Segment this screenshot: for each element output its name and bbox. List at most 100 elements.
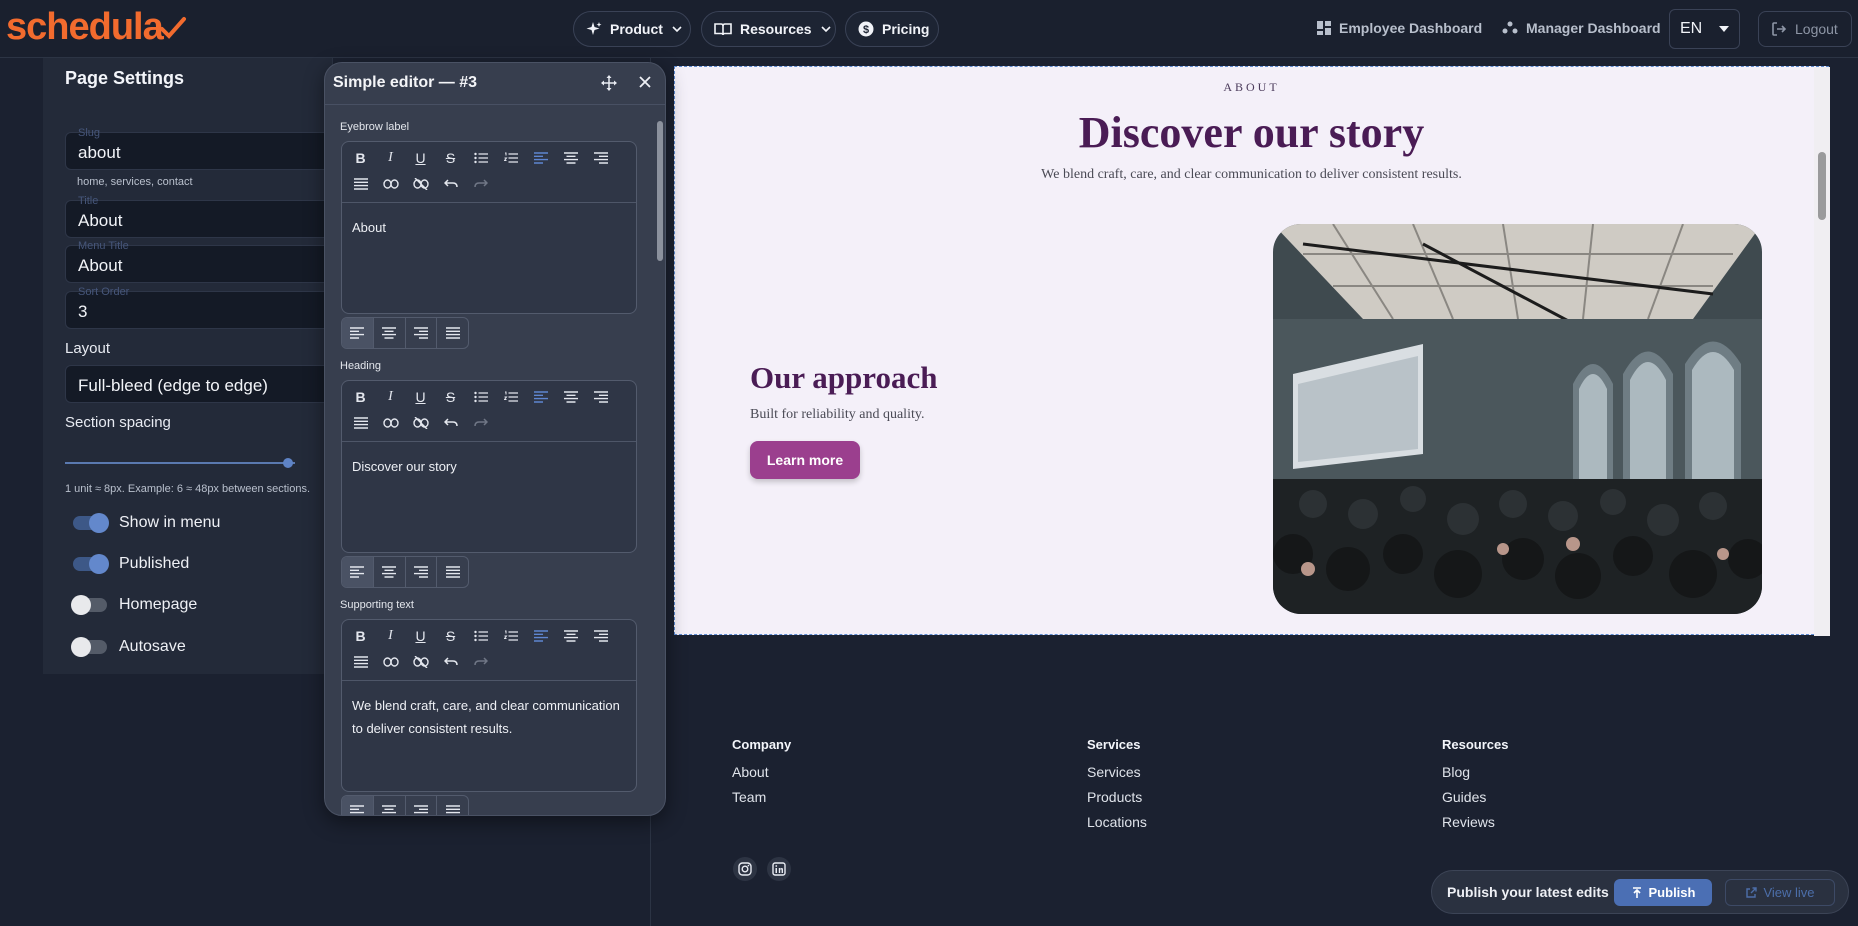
align-left-icon[interactable] [342, 318, 374, 348]
linkedin-icon[interactable] [767, 857, 791, 881]
undo-icon[interactable] [438, 412, 463, 434]
view-live-button[interactable]: View live [1725, 879, 1835, 906]
toggle-autosave[interactable]: Autosave [71, 637, 186, 657]
close-icon[interactable] [638, 75, 652, 89]
justify-icon[interactable] [348, 412, 373, 434]
bold-icon[interactable]: B [348, 625, 373, 647]
align-right-icon[interactable] [406, 318, 438, 348]
justify-icon[interactable] [348, 173, 373, 195]
align-center-icon[interactable] [374, 557, 406, 587]
align-right-icon[interactable] [406, 796, 438, 815]
align-center-icon[interactable] [374, 318, 406, 348]
footer-link-about[interactable]: About [732, 764, 791, 780]
align-right-icon[interactable] [588, 386, 613, 408]
instagram-icon[interactable] [733, 857, 757, 881]
align-left-icon[interactable] [528, 147, 553, 169]
footer-link-guides[interactable]: Guides [1442, 789, 1508, 805]
redo-icon[interactable] [468, 412, 493, 434]
align-center-icon[interactable] [558, 625, 583, 647]
unlink-icon[interactable] [408, 173, 433, 195]
brand-logo[interactable]: schedula [6, 6, 187, 49]
toggle-switch[interactable] [71, 637, 107, 657]
simple-editor-dialog[interactable]: Simple editor — #3 Eyebrow label B I U S [324, 62, 666, 816]
strikethrough-icon[interactable]: S [438, 147, 463, 169]
supporting-text-content[interactable]: We blend craft, care, and clear communic… [352, 694, 632, 740]
move-icon[interactable] [601, 75, 617, 91]
footer-link-team[interactable]: Team [732, 789, 791, 805]
page-preview[interactable]: ABOUT Discover our story We blend craft,… [674, 66, 1830, 636]
toggle-switch[interactable] [73, 554, 109, 574]
align-right-icon[interactable] [588, 625, 613, 647]
supporting-rich-text-editor[interactable]: B I U S We blend craft, care, and clear … [341, 619, 637, 792]
heading-rich-text-editor[interactable]: B I U S Discover our story [341, 380, 637, 553]
preview-scrollbar[interactable] [1814, 67, 1830, 636]
align-center-icon[interactable] [558, 386, 583, 408]
editor-scroll-thumb[interactable] [657, 121, 663, 261]
eyebrow-rich-text-editor[interactable]: B I U S About [341, 141, 637, 314]
justify-icon[interactable] [437, 318, 468, 348]
underline-icon[interactable]: U [408, 625, 433, 647]
preview-subtitle[interactable]: We blend craft, care, and clear communic… [675, 167, 1828, 183]
numbered-list-icon[interactable] [498, 625, 523, 647]
footer-link-reviews[interactable]: Reviews [1442, 814, 1508, 830]
toggle-homepage[interactable]: Homepage [71, 595, 197, 615]
bullet-list-icon[interactable] [468, 625, 493, 647]
justify-icon[interactable] [437, 557, 468, 587]
strikethrough-icon[interactable]: S [438, 625, 463, 647]
nav-resources-button[interactable]: Resources [701, 11, 836, 47]
footer-link-blog[interactable]: Blog [1442, 764, 1508, 780]
link-icon[interactable] [378, 173, 403, 195]
align-center-icon[interactable] [558, 147, 583, 169]
footer-link-products[interactable]: Products [1087, 789, 1147, 805]
bold-icon[interactable]: B [348, 386, 373, 408]
heading-text-content[interactable]: Discover our story [352, 455, 632, 478]
footer-link-locations[interactable]: Locations [1087, 814, 1147, 830]
toggle-show-in-menu[interactable]: Show in menu [73, 513, 220, 533]
unlink-icon[interactable] [408, 651, 433, 673]
menu-title-field[interactable]: Menu Title About [65, 240, 365, 283]
align-left-icon[interactable] [342, 796, 374, 815]
justify-icon[interactable] [437, 796, 468, 815]
align-left-icon[interactable] [528, 386, 553, 408]
logout-button[interactable]: Logout [1758, 11, 1852, 47]
preview-scroll-thumb[interactable] [1818, 152, 1826, 220]
learn-more-button[interactable]: Learn more [750, 441, 860, 479]
italic-icon[interactable]: I [378, 147, 403, 169]
unlink-icon[interactable] [408, 412, 433, 434]
nav-pricing-button[interactable]: $ Pricing [845, 11, 939, 47]
strikethrough-icon[interactable]: S [438, 386, 463, 408]
align-left-icon[interactable] [528, 625, 553, 647]
footer-link-services[interactable]: Services [1087, 764, 1147, 780]
slider-thumb[interactable] [283, 458, 294, 468]
publish-button[interactable]: Publish [1614, 879, 1712, 906]
italic-icon[interactable]: I [378, 386, 403, 408]
editor-header[interactable]: Simple editor — #3 [325, 63, 665, 105]
section-spacing-slider[interactable] [65, 457, 295, 469]
toggle-switch[interactable] [71, 595, 107, 615]
redo-icon[interactable] [468, 173, 493, 195]
slug-field[interactable]: Slug about [65, 127, 365, 170]
sort-order-field[interactable]: Sort Order 3 [65, 286, 365, 329]
toggle-switch[interactable] [73, 513, 109, 533]
align-center-icon[interactable] [374, 796, 406, 815]
bold-icon[interactable]: B [348, 147, 373, 169]
bullet-list-icon[interactable] [468, 147, 493, 169]
employee-dashboard-link[interactable]: Employee Dashboard [1317, 20, 1482, 36]
underline-icon[interactable]: U [408, 386, 433, 408]
numbered-list-icon[interactable] [498, 386, 523, 408]
editor-scrollbar[interactable] [654, 107, 665, 815]
preview-title[interactable]: Discover our story [675, 107, 1828, 158]
preview-paragraph[interactable]: Built for reliability and quality. [750, 407, 924, 423]
align-right-icon[interactable] [588, 147, 613, 169]
bullet-list-icon[interactable] [468, 386, 493, 408]
preview-heading2[interactable]: Our approach [750, 360, 937, 396]
link-icon[interactable] [378, 651, 403, 673]
title-field[interactable]: Title About [65, 195, 365, 238]
eyebrow-text-content[interactable]: About [352, 216, 632, 239]
toggle-published[interactable]: Published [73, 554, 189, 574]
justify-icon[interactable] [348, 651, 373, 673]
underline-icon[interactable]: U [408, 147, 433, 169]
align-right-icon[interactable] [406, 557, 438, 587]
align-left-icon[interactable] [342, 557, 374, 587]
layout-select[interactable]: Full-bleed (edge to edge) [65, 365, 365, 403]
